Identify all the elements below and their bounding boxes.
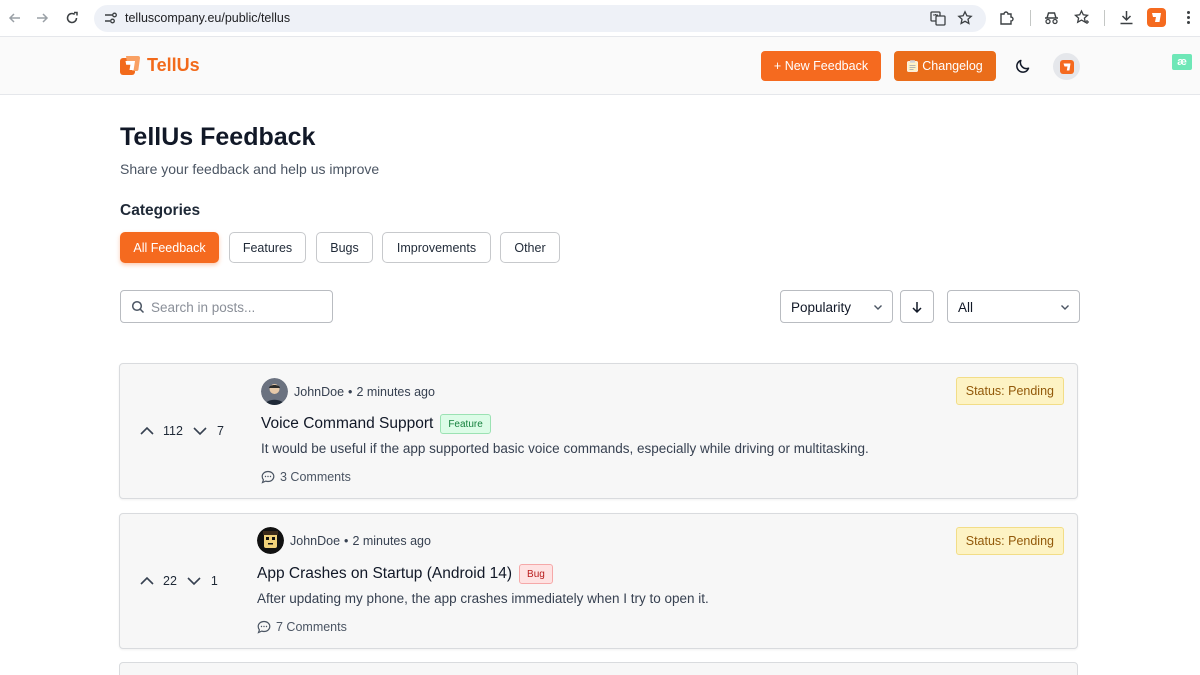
comment-icon [257,620,271,634]
translate-icon[interactable] [930,10,948,28]
changelog-label: Changelog [922,59,983,73]
forward-icon[interactable] [33,9,51,27]
post-author: JohnDoe • 2 minutes ago [261,378,435,405]
comments-count: 3 Comments [280,470,351,484]
browser-menu-icon[interactable] [1180,9,1198,27]
back-icon[interactable] [6,9,24,27]
tellus-extension-icon[interactable] [1147,8,1166,27]
upvote-count: 22 [163,574,177,588]
upvote-count: 112 [163,424,183,438]
page-title: TellUs Feedback [120,123,316,151]
moon-icon[interactable] [1015,58,1033,76]
author-avatar[interactable] [257,527,284,554]
post-tag: Feature [440,414,491,434]
ae-extension-icon[interactable]: æ [1172,54,1192,70]
tellus-avatar-icon [1059,59,1074,74]
incognito-icon[interactable] [1043,9,1061,27]
comments-count: 7 Comments [276,620,347,634]
bookmark-star-icon[interactable] [957,10,975,28]
reload-icon[interactable] [63,9,81,27]
post-title[interactable]: App Crashes on Startup (Android 14) Bug [257,564,553,584]
arrow-down-icon [912,301,922,313]
author-name[interactable]: JohnDoe [294,385,344,399]
post-tag: Bug [519,564,553,584]
browser-toolbar: telluscompany.eu/public/tellus [0,0,1200,37]
changelog-button[interactable]: Changelog [894,51,996,81]
brand-name: TellUs [147,55,200,75]
post-time: 2 minutes ago [352,533,431,548]
chevron-down-icon [1059,301,1071,313]
downvote-count: 7 [216,424,224,438]
address-bar[interactable]: telluscompany.eu/public/tellus [94,5,986,32]
upvote-icon[interactable] [139,573,155,589]
downvote-icon[interactable] [192,423,208,439]
category-features[interactable]: Features [229,232,306,263]
vote-controls: 22 1 [139,573,218,589]
upvote-icon[interactable] [139,423,155,439]
search-input[interactable] [151,298,326,316]
post-title-text: Voice Command Support [261,415,434,432]
feedback-card[interactable] [119,662,1078,675]
downvote-count: 1 [210,574,218,588]
status-filter-value: All [958,300,974,315]
clipboard-icon [907,60,919,72]
site-settings-icon[interactable] [103,11,118,26]
category-bugs[interactable]: Bugs [316,232,373,263]
user-avatar[interactable] [1053,53,1080,80]
extensions-icon[interactable] [998,9,1016,27]
post-description: It would be useful if the app supported … [261,441,869,456]
app-header: TellUs + New Feedback Changelog æ [0,37,1200,95]
tellus-logo-icon [120,55,140,75]
comments-link[interactable]: 3 Comments [261,470,351,484]
page-subtitle: Share your feedback and help us improve [120,161,380,177]
author-name[interactable]: JohnDoe [290,534,340,548]
search-box [120,290,333,323]
vote-controls: 112 7 [139,423,224,439]
post-title-text: App Crashes on Startup (Android 14) [257,565,513,582]
post-title[interactable]: Voice Command Support Feature [261,414,491,434]
toolbar-divider [1104,10,1105,26]
comment-icon [261,470,275,484]
sort-select-value: Popularity [791,300,852,315]
download-icon[interactable] [1118,9,1136,27]
downvote-icon[interactable] [186,573,202,589]
post-description: After updating my phone, the app crashes… [257,591,709,606]
feedback-card[interactable]: 112 7 JohnDoe • 2 minutes ago Status: Pe… [119,363,1078,499]
toolbar-divider [1030,10,1031,26]
sort-select[interactable]: Popularity [780,290,893,323]
new-feedback-button[interactable]: + New Feedback [761,51,881,81]
category-all-feedback[interactable]: All Feedback [120,232,219,263]
brand-logo[interactable]: TellUs [120,55,200,76]
category-other[interactable]: Other [500,232,560,263]
reading-list-icon[interactable] [1073,9,1091,27]
chevron-down-icon [872,301,884,313]
post-time: 2 minutes ago [356,384,435,399]
search-icon [131,300,145,314]
feedback-card[interactable]: 22 1 JohnDoe • 2 minutes ago Status: Pen… [119,513,1078,649]
address-url: telluscompany.eu/public/tellus [125,11,291,25]
sort-direction-button[interactable] [900,290,934,323]
post-author: JohnDoe • 2 minutes ago [257,527,431,554]
status-badge: Status: Pending [955,377,1064,405]
status-filter-select[interactable]: All [947,290,1080,323]
categories-heading: Categories [120,202,201,219]
category-improvements[interactable]: Improvements [382,232,491,263]
comments-link[interactable]: 7 Comments [257,620,347,634]
status-badge: Status: Pending [955,527,1064,555]
author-avatar[interactable] [261,378,288,405]
